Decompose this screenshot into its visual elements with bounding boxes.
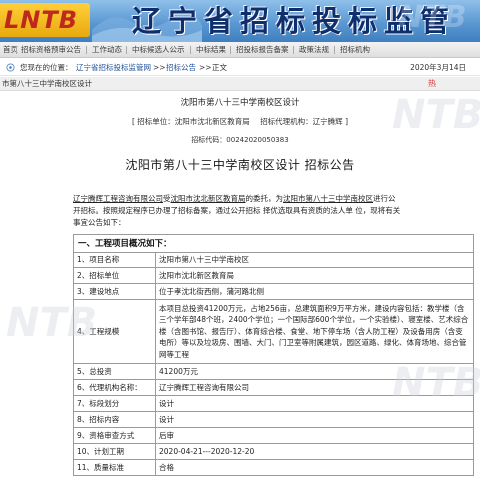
nav-item-filing[interactable]: 招投标报告备案 <box>236 42 289 58</box>
intro-text: 的委托，为 <box>245 194 284 203</box>
nav-item-work-news[interactable]: 工作动态 <box>92 42 122 58</box>
row-value: 沈阳市沈北新区教育局 <box>155 267 474 284</box>
location-icon <box>6 63 15 72</box>
breadcrumb-prefix: 您现在的位置： <box>20 63 73 72</box>
tenderer-label: [ 招标单位：沈阳市沈北新区教育局 <box>131 117 250 126</box>
row-label: 9、资格审查方式 <box>73 427 156 444</box>
table-row: 1、项目名称 沈阳市第八十三中学南校区 <box>73 252 474 268</box>
row-label: 3、建设地点 <box>73 283 156 300</box>
row-label: 11、质量标准 <box>73 459 156 476</box>
row-label: 7、标段划分 <box>73 395 156 412</box>
nav-item-candidates[interactable]: 中标候选人公示 <box>132 42 185 58</box>
nav-divider <box>86 46 87 54</box>
section-header: 一、工程项目概况如下： <box>73 234 474 252</box>
row-label: 8、招标内容 <box>73 411 156 428</box>
row-value: 沈阳市第八十三中学南校区 <box>155 252 474 268</box>
project-info-table: 1、项目名称 沈阳市第八十三中学南校区 2、招标单位 沈阳市沈北新区教育局 3、… <box>73 252 474 476</box>
row-value: 设计 <box>155 395 474 412</box>
row-label: 4、工程规模 <box>73 299 156 364</box>
nav-divider <box>16 46 17 54</box>
top-navigation: 首页 招标资格预审公告 工作动态 中标候选人公示 中标结果 招投标报告备案 政策… <box>0 42 480 58</box>
row-label: 5、总投资 <box>73 363 156 380</box>
table-row: 8、招标内容 设计 <box>73 411 474 428</box>
breadcrumb-item-site[interactable]: 辽宁省招标投标监管网 <box>76 59 151 76</box>
agency-name-link: 辽宁腾辉工程咨询有限公司 <box>73 194 163 203</box>
intro-line-3: 事宜公告如下： <box>73 218 126 227</box>
site-title: 辽宁省招标投标监管网 <box>132 4 457 38</box>
table-row: 9、资格审查方式 后审 <box>73 427 474 444</box>
section-heading: 一、工程项目概况如下： <box>78 239 172 249</box>
tenderer-name: 沈阳市沈北新区教育局 <box>170 194 246 203</box>
table-row: 5、总投资 41200万元 <box>73 363 474 380</box>
intro-text: 进行公 <box>373 194 396 203</box>
page-title: 沈阳市第八十三中学南校区设计 招标公告 <box>125 158 355 172</box>
row-value: 后审 <box>155 427 474 444</box>
row-value: 2020-04-21---2020-12-20 <box>155 443 474 460</box>
nav-divider <box>190 46 191 54</box>
article-tab-title[interactable]: 市第八十三中学南校区设计 <box>2 77 92 91</box>
row-value: 设计 <box>155 411 474 428</box>
intro-line-2: 开招标。按照规定程序已办理了招标备案，通过公开招标 择优选取具有资质的法人单 位… <box>73 206 401 215</box>
row-label: 1、项目名称 <box>73 252 156 268</box>
intro-paragraph: 辽宁腾辉工程咨询有限公司受沈阳市沈北新区教育局的委托，为沈阳市第八十三中学南校区… <box>73 193 469 229</box>
table-row: 10、计划工期 2020-04-21---2020-12-20 <box>73 443 474 460</box>
announcement-meta: [ 招标单位：沈阳市沈北新区教育局 招标代理机构：辽宁腾辉 ] <box>0 116 480 127</box>
project-subtitle: 沈阳市第八十三中学南校区设计 <box>180 98 300 108</box>
row-value: 本项目总投资41200万元，占地256亩，总建筑面积9万平方米，建设内容包括：教… <box>155 299 474 364</box>
breadcrumb-separator: >> <box>199 63 212 72</box>
nav-divider <box>334 46 335 54</box>
row-label: 6、代理机构名称： <box>73 379 156 396</box>
nav-item-agencies[interactable]: 招标机构 <box>340 42 370 58</box>
agency-label: 招标代理机构：辽宁腾辉 ] <box>260 117 348 126</box>
row-value: 41200万元 <box>155 363 474 380</box>
table-row: 7、标段划分 设计 <box>73 395 474 412</box>
row-label: 10、计划工期 <box>73 443 156 460</box>
nav-divider <box>230 46 231 54</box>
current-date: 2020年3月14日 <box>410 63 466 72</box>
row-value: 合格 <box>155 459 474 476</box>
breadcrumb: 您现在的位置： 辽宁省招标投标监管网 >> 招标公告 >> 正文 2020年3月… <box>0 59 480 76</box>
intro-text: 受 <box>163 194 171 203</box>
table-row: 2、招标单位 沈阳市沈北新区教育局 <box>73 267 474 284</box>
nav-item-policy[interactable]: 政策法规 <box>299 42 329 58</box>
intro-line-1: 辽宁腾辉工程咨询有限公司受沈阳市沈北新区教育局的委托，为沈阳市第八十三中学南校区… <box>73 193 469 205</box>
table-row: 3、建设地点 位于孝沈北街西侧，蒲河路北侧 <box>73 283 474 300</box>
nav-item-prequalification[interactable]: 招标资格预审公告 <box>21 42 81 58</box>
hot-badge: 热 <box>428 79 436 88</box>
table-row: 11、质量标准 合格 <box>73 459 474 476</box>
nav-item-results[interactable]: 中标结果 <box>196 42 226 58</box>
table-row: 4、工程规模 本项目总投资41200万元，占地256亩，总建筑面积9万平方米，建… <box>73 299 474 364</box>
breadcrumb-separator: >> <box>153 63 166 72</box>
row-value: 辽宁腾辉工程咨询有限公司 <box>155 379 474 396</box>
nav-divider <box>293 46 294 54</box>
project-name: 沈阳市第八十三中学南校区 <box>283 194 373 203</box>
row-value: 位于孝沈北街西侧，蒲河路北侧 <box>155 283 474 300</box>
site-banner: LNTB 辽宁省招标投标监管网 NTB <box>0 0 480 42</box>
breadcrumb-item-announcements[interactable]: 招标公告 <box>166 59 196 76</box>
article-tab-bar: 市第八十三中学南校区设计 热 <box>0 77 480 91</box>
row-label: 2、招标单位 <box>73 267 156 284</box>
table-row: 6、代理机构名称： 辽宁腾辉工程咨询有限公司 <box>73 379 474 396</box>
site-logo[interactable]: LNTB <box>0 3 90 37</box>
tender-code: 招标代码：00242020050383 <box>191 136 289 144</box>
breadcrumb-item-current: 正文 <box>212 63 227 72</box>
nav-divider <box>126 46 127 54</box>
